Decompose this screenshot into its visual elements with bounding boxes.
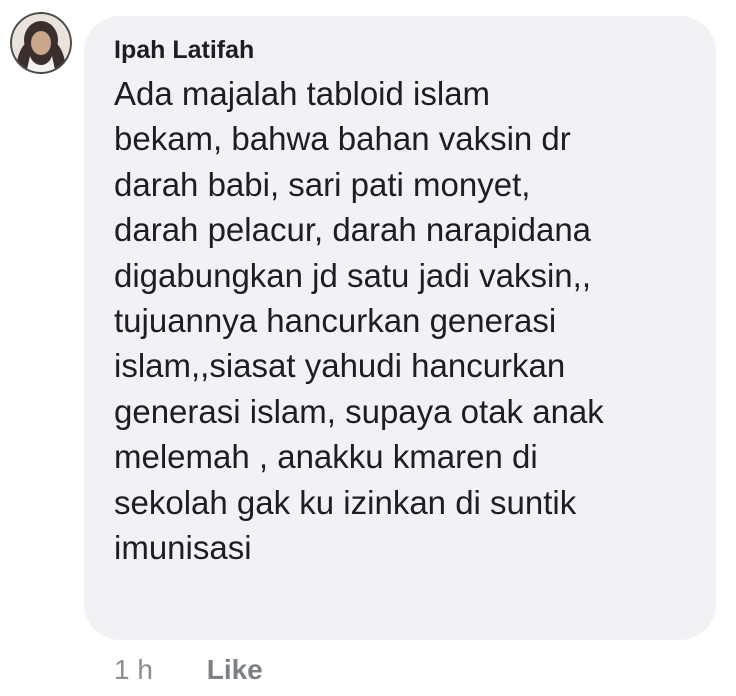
- comment-actions: 1 h Like: [114, 650, 263, 690]
- comment-timestamp[interactable]: 1 h: [114, 654, 153, 685]
- comment-line: sekolah gak ku izinkan di suntik: [114, 483, 577, 521]
- comment-line: darah pelacur, darah narapidana: [114, 211, 592, 249]
- comment-line: darah babi, sari pati monyet,: [114, 165, 531, 203]
- comment-bubble: Ipah Latifah Ada majalah tabloid islam b…: [84, 16, 716, 640]
- comment-line: generasi islam, supaya otak anak: [114, 392, 604, 430]
- avatar[interactable]: [10, 12, 72, 74]
- like-button[interactable]: Like: [207, 654, 263, 685]
- comment-line: islam,,siasat yahudi hancurkan: [114, 347, 566, 385]
- comment-line: digabungkan jd satu jadi vaksin,,: [114, 256, 591, 294]
- comment-line: melemah , anakku kmaren di: [114, 438, 538, 476]
- comment-line: imunisasi: [114, 529, 252, 567]
- comment-text: Ada majalah tabloid islam bekam, bahwa b…: [114, 71, 696, 570]
- comment-line: tujuannya hancurkan generasi: [114, 302, 557, 340]
- comment-line: bekam, bahwa bahan vaksin dr: [114, 120, 571, 158]
- user-avatar-icon: [10, 12, 72, 74]
- comment-line: Ada majalah tabloid islam: [114, 75, 491, 112]
- comment-author[interactable]: Ipah Latifah: [114, 35, 696, 65]
